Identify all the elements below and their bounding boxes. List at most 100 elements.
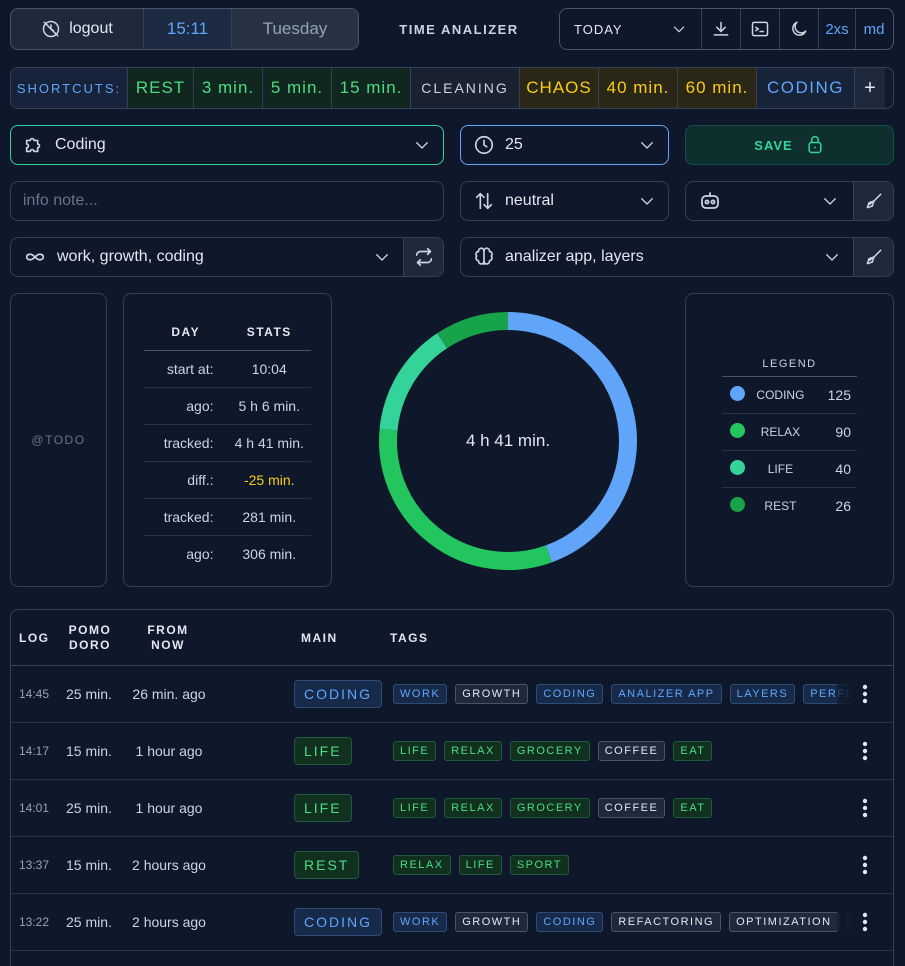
stats-row: ago: 306 min. [144, 535, 311, 572]
log-main-cell: REST [294, 837, 360, 893]
shortcut-cleaning[interactable]: CLEANING [410, 68, 519, 108]
clock-icon [473, 134, 495, 156]
chevron-down-icon [823, 248, 841, 266]
log-tags-cell: WORKGROWTHCODINGREFACTORINGOPTIMIZATIONA… [393, 894, 855, 950]
stats-header-day: DAY [144, 314, 228, 351]
stats-key: diff.: [144, 461, 228, 499]
context-select-field[interactable]: analizer app, layers [461, 238, 853, 276]
duration-select[interactable]: 25 [460, 125, 669, 165]
clear-context-button[interactable] [853, 238, 893, 276]
shortcut-60-min[interactable]: 60 min. [677, 68, 756, 108]
legend-panel: LEGEND CODING 125 RELAX 90 LIFE 40 REST 26 [685, 293, 894, 587]
log-time: 14:17 [19, 744, 50, 758]
tag-badge: CODING [536, 912, 604, 932]
tag-badge: SPORT [509, 855, 570, 875]
log-table-header: LOG POMO DORO FROM NOW MAIN TAGS [11, 610, 893, 666]
shortcut-3-min[interactable]: 3 min. [193, 68, 262, 108]
tag-badge: EAT [673, 798, 713, 818]
broom-icon [864, 191, 884, 211]
col-log: LOG [19, 631, 50, 645]
stats-key: tracked: [144, 498, 228, 536]
avatar-select-field[interactable] [686, 182, 853, 220]
tags-select[interactable]: work, growth, coding [10, 237, 444, 277]
log-main-cell: LIFE [294, 780, 352, 836]
logout-button[interactable]: logout [11, 9, 143, 49]
legend-label: LIFE [746, 450, 815, 488]
add-shortcut-button[interactable]: + [854, 68, 885, 108]
moon-icon [789, 19, 809, 39]
row-menu-button[interactable] [837, 723, 893, 779]
shortcut-15-min[interactable]: 15 min. [331, 68, 410, 108]
activity-value: Coding [55, 136, 106, 153]
scale-2xs-button[interactable]: 2xs [818, 9, 855, 49]
tag-badge: RELAX [393, 855, 451, 875]
shortcut-40-min[interactable]: 40 min. [598, 68, 677, 108]
shortcut-rest[interactable]: REST [127, 68, 193, 108]
current-time: 15:11 [143, 9, 231, 49]
topbar-status-group: logout 15:11 Tuesday [10, 8, 359, 50]
logout-label: logout [69, 20, 113, 37]
todo-label: @TODO [31, 433, 86, 447]
avatar-select[interactable] [685, 181, 894, 221]
kebab-menu-icon [862, 798, 868, 818]
legend-label: REST [764, 498, 797, 513]
stats-key: ago: [144, 387, 228, 425]
row-menu-button[interactable] [837, 837, 893, 893]
row-menu-button[interactable] [837, 780, 893, 836]
stats-row: start at: 10:04 [144, 350, 311, 388]
log-from-now: 1 hour ago [135, 800, 203, 816]
log-main-cell: LIFE [294, 723, 352, 779]
shortcut-coding[interactable]: CODING [756, 68, 854, 108]
stats-header-stats: STATS [227, 314, 311, 351]
stats-key: tracked: [144, 424, 228, 462]
col-main: MAIN [301, 631, 338, 645]
mood-select[interactable]: neutral [460, 181, 669, 221]
context-select[interactable]: analizer app, layers [460, 237, 894, 277]
stats-row: tracked: 4 h 41 min. [144, 424, 311, 462]
save-label: SAVE [754, 137, 793, 153]
info-note-input[interactable] [10, 181, 444, 221]
refresh-icon [413, 246, 435, 268]
log-main-cell: CODING [294, 666, 382, 722]
app-title: TIME ANALIZER [399, 21, 519, 37]
stats-value: 5 h 6 min. [227, 387, 311, 425]
tag-badge: LIFE [393, 798, 437, 818]
activity-select[interactable]: Coding [10, 125, 444, 165]
donut-slice-rest [437, 312, 509, 349]
kebab-menu-icon [862, 855, 868, 875]
donut-slice-coding [507, 312, 637, 563]
legend-swatch-cell [722, 376, 746, 414]
log-row: 14:17 15 min. 1 hour ago LIFE LIFE RELAX GROCE… [11, 723, 893, 780]
duration-value: 25 [505, 136, 523, 153]
row-menu-button[interactable] [837, 666, 893, 722]
terminal-button[interactable] [740, 9, 779, 49]
main-category-badge: CODING [294, 908, 382, 936]
legend-row: LIFE 40 [722, 450, 857, 488]
tag-badge: LAYERS [729, 684, 796, 704]
legend-swatch-cell [722, 413, 746, 451]
chevron-down-icon [413, 136, 431, 154]
stats-value: 281 min. [227, 498, 311, 536]
save-button[interactable]: SAVE [685, 125, 894, 165]
log-time: 13:22 [19, 915, 50, 929]
current-day: Tuesday [231, 9, 358, 49]
scale-md-button[interactable]: md [855, 9, 892, 49]
clear-avatar-button[interactable] [853, 182, 893, 220]
legend-swatch [730, 459, 745, 475]
row-menu-button[interactable] [837, 894, 893, 950]
swap-tags-button[interactable] [403, 238, 443, 276]
shortcut-chaos[interactable]: CHAOS [519, 68, 598, 108]
legend-row: RELAX 90 [722, 413, 857, 451]
stats-row: ago: 5 h 6 min. [144, 387, 311, 425]
log-table: LOG POMO DORO FROM NOW MAIN TAGS 14:45 25… [10, 609, 894, 966]
tags-select-field[interactable]: work, growth, coding [11, 238, 403, 276]
tag-badge: WORK [393, 684, 448, 704]
theme-toggle-button[interactable] [779, 9, 818, 49]
range-select[interactable]: TODAY [560, 9, 701, 49]
shortcut-5-min[interactable]: 5 min. [262, 68, 331, 108]
log-pomodoro: 15 min. [66, 857, 112, 873]
logout-icon [41, 19, 61, 39]
todo-panel[interactable]: @TODO [10, 293, 107, 587]
log-time: 14:01 [19, 801, 50, 815]
download-button[interactable] [701, 9, 740, 49]
